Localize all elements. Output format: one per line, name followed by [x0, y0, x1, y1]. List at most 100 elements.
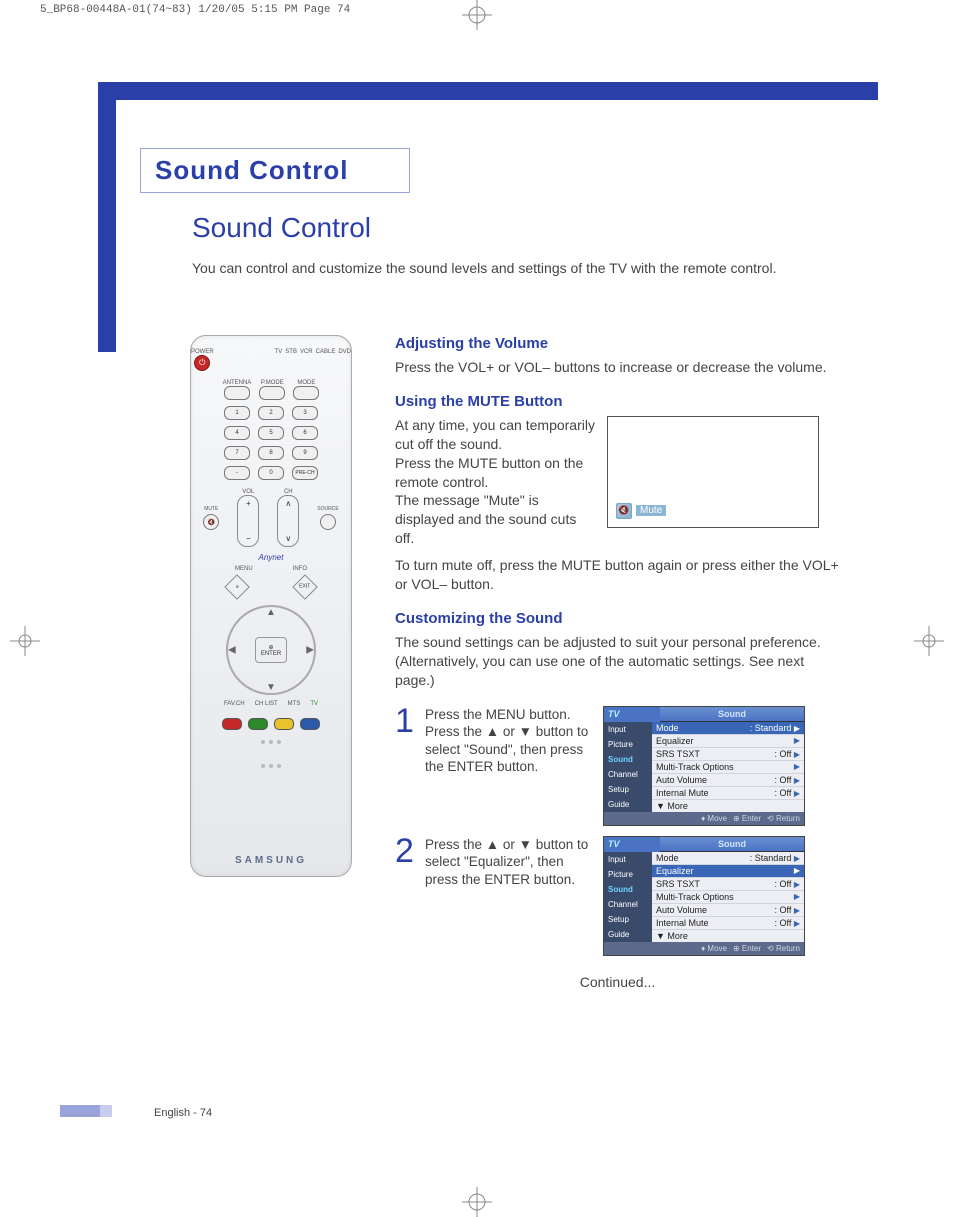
- num-4: 4: [224, 426, 250, 440]
- heading-adjust-volume: Adjusting the Volume: [395, 335, 840, 352]
- mts-label: MTS: [288, 701, 301, 707]
- src-cable: CABLE: [316, 349, 336, 371]
- info-label: INFO: [293, 566, 307, 572]
- osd2-footer-enter: ⊕ Enter: [733, 944, 761, 953]
- osd-tv-label: TV: [604, 707, 660, 722]
- num-9: 9: [292, 446, 318, 460]
- layout-top-bar: [98, 82, 878, 100]
- osd-row-equalizer: Equalizer▶: [652, 735, 804, 748]
- osd2-row-more: ▼ More: [652, 930, 804, 942]
- mute-osd-screenshot: 🔇 Mute: [607, 416, 819, 528]
- num-7: 7: [224, 446, 250, 460]
- intro-text: You can control and customize the sound …: [192, 260, 792, 276]
- osd-screenshot-1: TV Sound Input Picture Sound Channel Set…: [603, 706, 805, 826]
- osd2-row-equalizer: Equalizer▶: [652, 865, 804, 878]
- src-vcr: VCR: [300, 349, 313, 371]
- page-tab-2: [100, 1105, 112, 1117]
- osd-footer-return: ⟲ Return: [767, 814, 800, 823]
- color-buttons: [222, 718, 320, 730]
- section-title: Sound Control: [192, 212, 371, 244]
- speaker-mute-icon: 🔇: [616, 503, 632, 519]
- mute-btn-label: MUTE: [204, 506, 218, 512]
- num-8: 8: [258, 446, 284, 460]
- osd2-row-mode: Mode: Standard ▶: [652, 852, 804, 865]
- power-icon: ⏻: [194, 355, 210, 371]
- antenna-button: [224, 386, 250, 400]
- osd-menu-channel: Channel: [604, 767, 652, 782]
- blue-button: [300, 718, 320, 730]
- chlist-label: CH LIST: [255, 701, 278, 707]
- step-2-text: Press the ▲ or ▼ button to select "Equal…: [425, 836, 595, 889]
- num-6: 6: [292, 426, 318, 440]
- num-3: 3: [292, 406, 318, 420]
- anynet-label: Anynet: [259, 553, 284, 562]
- osd-row-more: ▼ More: [652, 800, 804, 812]
- num-2: 2: [258, 406, 284, 420]
- yellow-button: [274, 718, 294, 730]
- ch-rocker: ∧∨: [277, 495, 299, 547]
- osd-menu-guide: Guide: [604, 797, 652, 812]
- tv-label: TV: [310, 701, 318, 707]
- exit-button: EXIT: [292, 574, 317, 599]
- continued-text: Continued...: [395, 974, 840, 990]
- pmode-button: [259, 386, 285, 400]
- heading-customize: Customizing the Sound: [395, 610, 840, 627]
- body-mute-1: At any time, you can temporarily cut off…: [395, 416, 595, 548]
- num-0: 0: [258, 466, 284, 480]
- brand-logo: SAMSUNG: [235, 855, 307, 866]
- dpad-up-icon: ▲: [266, 607, 276, 618]
- remote-dots: [261, 740, 281, 744]
- osd-row-mode: Mode: Standard ▶: [652, 722, 804, 735]
- osd2-footer-return: ⟲ Return: [767, 944, 800, 953]
- body-adjust-volume: Press the VOL+ or VOL– buttons to increa…: [395, 358, 840, 377]
- registration-left-icon: [10, 626, 40, 656]
- dpad-right-icon: ▶: [306, 645, 314, 656]
- remote-dots-2: [261, 764, 281, 768]
- enter-button: ⊕ENTER: [255, 637, 287, 663]
- page-tab: [60, 1105, 100, 1117]
- osd2-row-srs: SRS TSXT: Off ▶: [652, 878, 804, 891]
- favch-label: FAV.CH: [224, 701, 245, 707]
- src-stb: STB: [285, 349, 297, 371]
- osd2-row-mtrack: Multi-Track Options▶: [652, 891, 804, 904]
- osd-screenshot-2: TV Sound Input Picture Sound Channel Set…: [603, 836, 805, 956]
- num-dash: -: [224, 466, 250, 480]
- prech-button: PRE-CH: [292, 466, 318, 480]
- osd2-menu-channel: Channel: [604, 897, 652, 912]
- osd-row-intmute: Internal Mute: Off ▶: [652, 787, 804, 800]
- osd-footer-move: ♦ Move: [701, 814, 727, 823]
- osd-row-autovol: Auto Volume: Off ▶: [652, 774, 804, 787]
- mute-button-icon: 🔇: [203, 514, 219, 530]
- step-2-number: 2: [395, 836, 417, 867]
- osd-menu-sound: Sound: [604, 752, 652, 767]
- crosshair-top-icon: [462, 0, 492, 30]
- dpad-left-icon: ◀: [228, 645, 236, 656]
- osd2-menu-sound: Sound: [604, 882, 652, 897]
- step-1-text: Press the MENU button. Press the ▲ or ▼ …: [425, 706, 595, 776]
- osd2-row-intmute: Internal Mute: Off ▶: [652, 917, 804, 930]
- osd-footer-enter: ⊕ Enter: [733, 814, 761, 823]
- osd-menu-picture: Picture: [604, 737, 652, 752]
- dpad-down-icon: ▼: [266, 682, 276, 693]
- vol-rocker: +−: [237, 495, 259, 547]
- registration-right-icon: [914, 626, 944, 656]
- num-1: 1: [224, 406, 250, 420]
- osd2-menu-guide: Guide: [604, 927, 652, 942]
- mode-button: [293, 386, 319, 400]
- menu-button: ≡: [224, 574, 249, 599]
- osd-menu-input: Input: [604, 722, 652, 737]
- crosshair-bottom-icon: [462, 1187, 492, 1217]
- menu-label: MENU: [235, 566, 253, 572]
- body-mute-2: To turn mute off, press the MUTE button …: [395, 556, 840, 594]
- osd2-menu-input: Input: [604, 852, 652, 867]
- osd2-menu-picture: Picture: [604, 867, 652, 882]
- osd-tv-label-2: TV: [604, 837, 660, 852]
- dpad: ⊕ENTER ▲ ▼ ◀ ▶: [226, 605, 316, 695]
- step-1-number: 1: [395, 706, 417, 737]
- source-label: SOURCE: [317, 506, 338, 512]
- red-button: [222, 718, 242, 730]
- osd-title: Sound: [660, 707, 804, 722]
- chapter-title: Sound Control: [140, 148, 410, 193]
- src-tv: TV: [275, 349, 283, 371]
- osd-menu-setup: Setup: [604, 782, 652, 797]
